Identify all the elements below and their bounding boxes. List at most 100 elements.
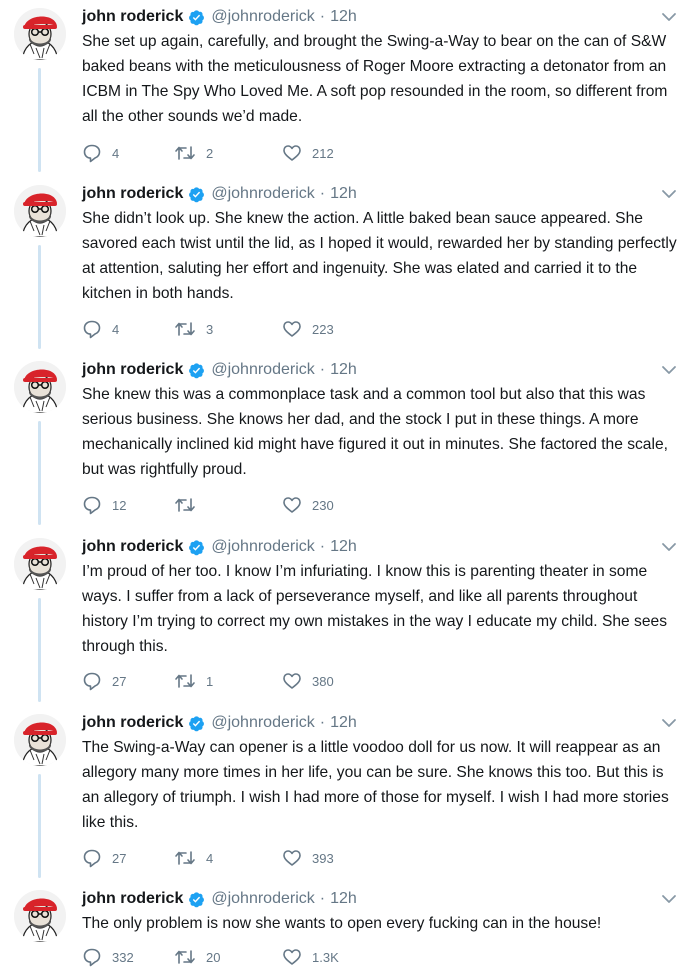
reply-button[interactable]: 12 (82, 495, 174, 515)
retweet-count: 2 (206, 145, 214, 161)
tweet-text: She knew this was a commonplace task and… (82, 386, 668, 478)
tweet-text: I’m proud of her too. I know I’m infuria… (82, 563, 667, 655)
tweet-actions: 12 230 (82, 495, 402, 515)
heart-icon (282, 848, 302, 868)
tweet-actions: 27 1 380 (82, 671, 402, 691)
tweet-timestamp[interactable]: 12h (330, 714, 357, 732)
verified-badge-icon (188, 715, 205, 732)
tweet-thread: john roderick @johnroderick · 12h She se… (0, 0, 700, 980)
separator-dot: · (319, 714, 326, 731)
avatar[interactable] (14, 185, 66, 237)
like-button[interactable]: 223 (282, 319, 402, 339)
avatar[interactable] (14, 890, 66, 942)
heart-icon (282, 495, 302, 515)
reply-icon (82, 848, 102, 868)
heart-icon (282, 143, 302, 163)
like-button[interactable]: 393 (282, 848, 402, 868)
reply-button[interactable]: 332 (82, 947, 174, 967)
heart-icon (282, 319, 302, 339)
separator-dot: · (319, 185, 326, 202)
tweet-actions: 27 4 393 (82, 848, 402, 868)
chevron-down-icon[interactable] (660, 363, 678, 377)
retweet-button[interactable]: 1 (174, 671, 282, 691)
chevron-down-icon[interactable] (660, 892, 678, 906)
retweet-count: 3 (206, 321, 214, 337)
author-handle[interactable]: @johnroderick (211, 361, 314, 379)
tweet-timestamp[interactable]: 12h (330, 361, 357, 379)
like-button[interactable]: 1.3K (282, 947, 402, 967)
tweet-text: The Swing-a-Way can opener is a little v… (82, 739, 669, 831)
retweet-button[interactable]: 4 (174, 848, 282, 868)
tweet-actions: 4 2 212 (82, 143, 402, 163)
like-button[interactable]: 212 (282, 143, 402, 163)
heart-icon (282, 947, 302, 967)
tweet-timestamp[interactable]: 12h (330, 538, 357, 556)
retweet-icon (174, 848, 196, 868)
retweet-button[interactable]: 3 (174, 319, 282, 339)
author-handle[interactable]: @johnroderick (211, 185, 314, 203)
thread-connector (38, 421, 41, 525)
retweet-button[interactable] (174, 495, 282, 515)
chevron-down-icon[interactable] (660, 716, 678, 730)
tweet-timestamp[interactable]: 12h (330, 8, 357, 26)
like-count: 1.3K (312, 949, 339, 965)
reply-count: 332 (112, 949, 134, 965)
separator-dot: · (319, 890, 326, 907)
like-button[interactable]: 230 (282, 495, 402, 515)
avatar[interactable] (14, 714, 66, 766)
chevron-down-icon[interactable] (660, 187, 678, 201)
tweet-actions: 4 3 223 (82, 319, 402, 339)
author-name[interactable]: john roderick (82, 8, 183, 26)
tweet-actions: 332 20 1.3K (82, 947, 402, 967)
like-count: 223 (312, 321, 334, 337)
author-handle[interactable]: @johnroderick (211, 714, 314, 732)
author-handle[interactable]: @johnroderick (211, 538, 314, 556)
tweet-header: john roderick @johnroderick · 12h (82, 534, 682, 560)
reply-button[interactable]: 4 (82, 319, 174, 339)
retweet-icon (174, 671, 196, 691)
tweet-timestamp[interactable]: 12h (330, 185, 357, 203)
tweet-header: john roderick @johnroderick · 12h (82, 4, 682, 30)
retweet-button[interactable]: 2 (174, 143, 282, 163)
reply-count: 27 (112, 673, 127, 689)
author-handle[interactable]: @johnroderick (211, 8, 314, 26)
author-name[interactable]: john roderick (82, 714, 183, 732)
reply-button[interactable]: 27 (82, 671, 174, 691)
tweet-text: She set up again, carefully, and brought… (82, 33, 668, 125)
retweet-button[interactable]: 20 (174, 947, 282, 967)
separator-dot: · (319, 361, 326, 378)
like-count: 380 (312, 673, 334, 689)
avatar[interactable] (14, 361, 66, 413)
author-handle[interactable]: @johnroderick (211, 890, 314, 908)
like-button[interactable]: 380 (282, 671, 402, 691)
author-name[interactable]: john roderick (82, 538, 183, 556)
author-name[interactable]: john roderick (82, 890, 183, 908)
verified-badge-icon (188, 539, 205, 556)
reply-button[interactable]: 27 (82, 848, 174, 868)
heart-icon (282, 671, 302, 691)
thread-connector (38, 598, 41, 702)
reply-icon (82, 495, 102, 515)
chevron-down-icon[interactable] (660, 10, 678, 24)
tweet-text: The only problem is now she wants to ope… (82, 915, 602, 932)
reply-count: 12 (112, 497, 127, 513)
author-name[interactable]: john roderick (82, 361, 183, 379)
reply-icon (82, 143, 102, 163)
reply-button[interactable]: 4 (82, 143, 174, 163)
like-count: 212 (312, 145, 334, 161)
verified-badge-icon (188, 362, 205, 379)
verified-badge-icon (188, 891, 205, 908)
chevron-down-icon[interactable] (660, 540, 678, 554)
tweet-content: john roderick @johnroderick · 12h The Sw… (82, 710, 682, 868)
retweet-icon (174, 495, 196, 515)
retweet-count: 1 (206, 673, 214, 689)
author-name[interactable]: john roderick (82, 185, 183, 203)
reply-count: 4 (112, 321, 120, 337)
separator-dot: · (319, 8, 326, 25)
avatar[interactable] (14, 8, 66, 60)
tweet-content: john roderick @johnroderick · 12h I’m pr… (82, 534, 682, 691)
tweet-header: john roderick @johnroderick · 12h (82, 886, 682, 912)
avatar[interactable] (14, 538, 66, 590)
tweet-timestamp[interactable]: 12h (330, 890, 357, 908)
thread-connector (38, 774, 41, 878)
